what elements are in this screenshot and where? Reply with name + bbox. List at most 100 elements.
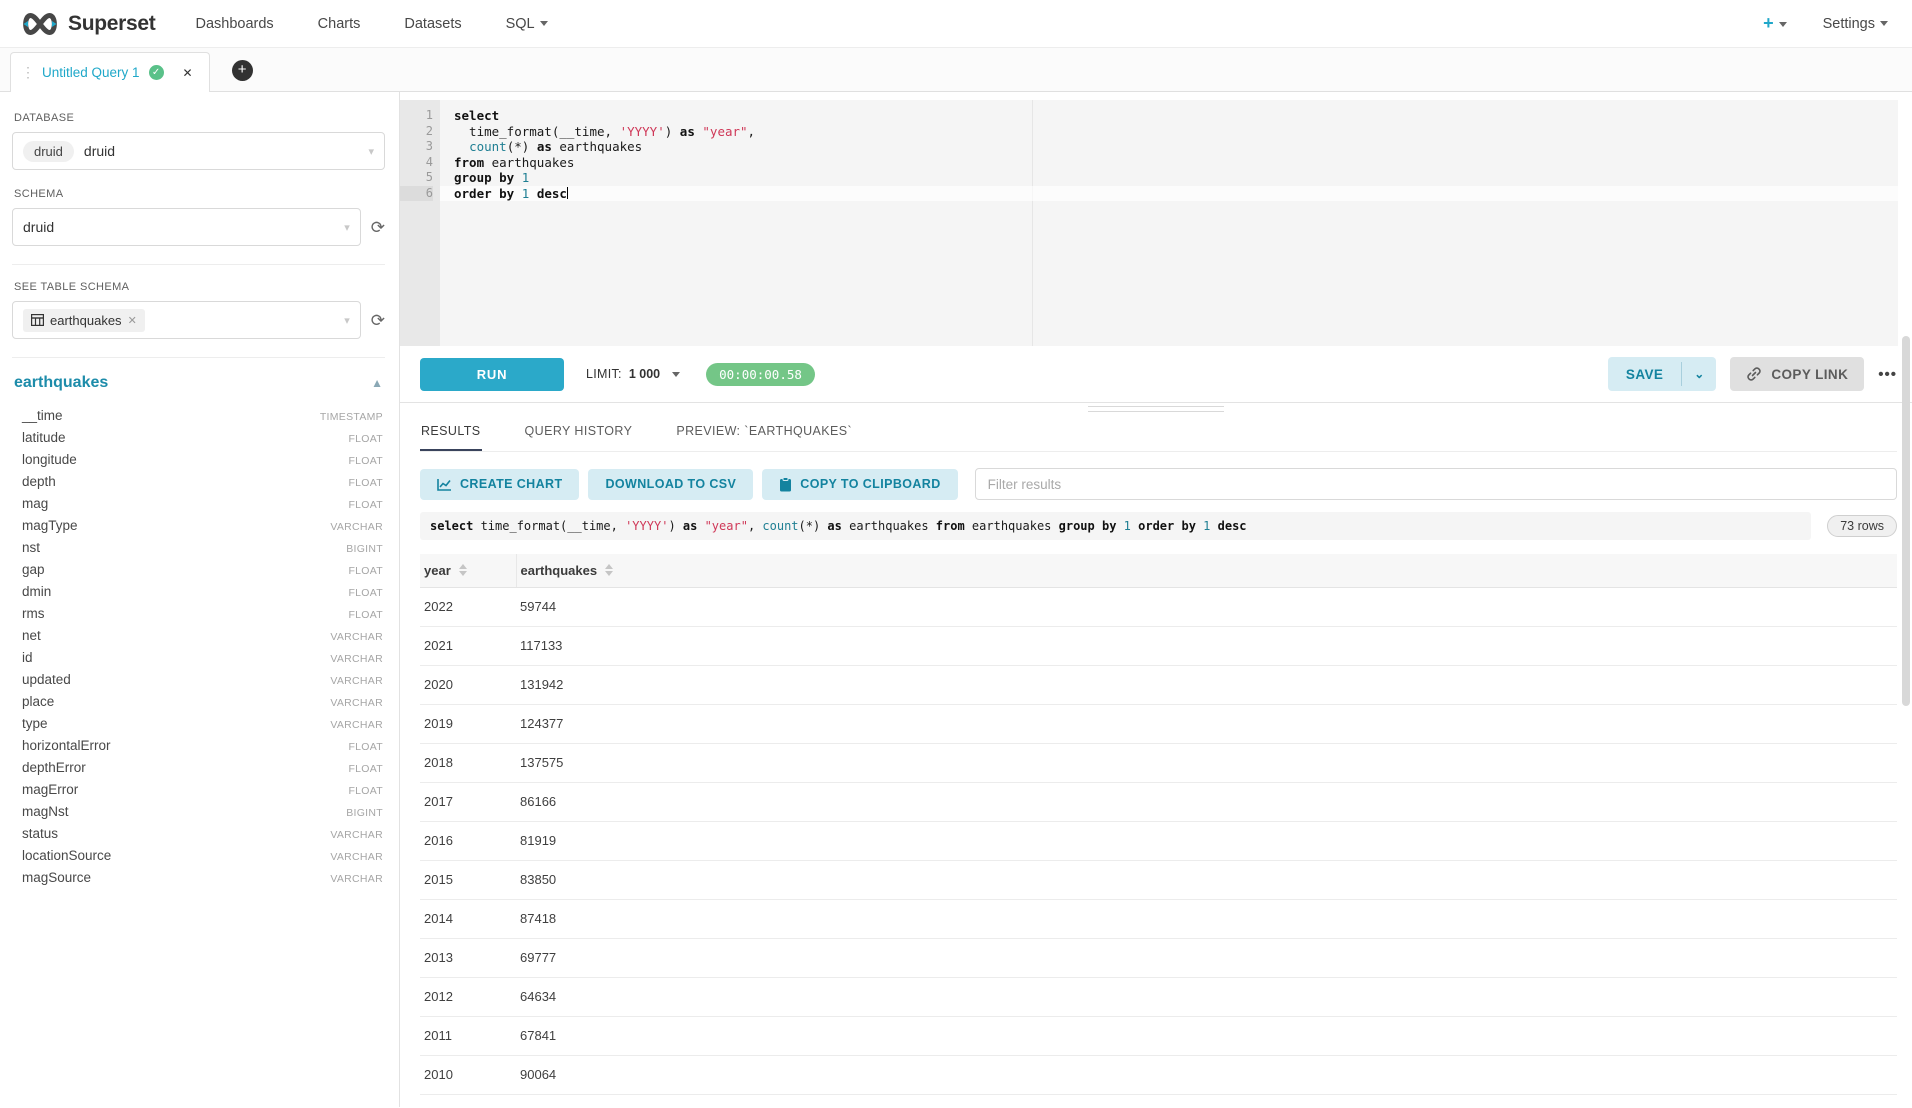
nav-charts[interactable]: Charts [318, 16, 361, 32]
table-cell: 131942 [516, 665, 1897, 704]
drag-handle-icon[interactable]: ⋮ [21, 64, 33, 81]
table-cell: 2013 [420, 938, 516, 977]
nav-datasets[interactable]: Datasets [404, 16, 461, 32]
table-select[interactable]: earthquakes ✕ ▾ [12, 301, 361, 339]
table-cell: 2014 [420, 899, 516, 938]
query-timer-badge: 00:00:00.58 [706, 363, 815, 386]
filter-results-input[interactable] [975, 468, 1897, 500]
line-number: 1 [400, 108, 433, 124]
code-line: from earthquakes [454, 155, 1898, 171]
sql-token [514, 186, 522, 201]
table-cell: 2020 [420, 665, 516, 704]
column-name: rms [22, 606, 45, 621]
column-type: VARCHAR [330, 631, 383, 643]
tab-results[interactable]: RESULTS [420, 414, 482, 451]
sort-desc-icon [605, 571, 613, 576]
table-icon [31, 314, 44, 326]
nav-dashboards[interactable]: Dashboards [195, 16, 273, 32]
copy-link-button[interactable]: COPY LINK [1730, 357, 1864, 391]
copy-clipboard-button[interactable]: COPY TO CLIPBOARD [762, 469, 957, 500]
query-tab[interactable]: ⋮ Untitled Query 1 ✓ ✕ [10, 52, 210, 92]
remove-table-icon[interactable]: ✕ [128, 314, 137, 327]
line-number: 5 [400, 170, 433, 186]
table-cell: 2015 [420, 860, 516, 899]
tab-query-history[interactable]: QUERY HISTORY [524, 414, 634, 451]
database-select[interactable]: druid druid ▾ [12, 132, 385, 170]
column-name: magType [22, 518, 78, 533]
column-type: VARCHAR [330, 851, 383, 863]
column-name: longitude [22, 452, 77, 467]
sort-header[interactable]: earthquakes [521, 563, 1888, 578]
column-type: TIMESTAMP [320, 411, 383, 423]
sql-token [1116, 519, 1123, 533]
query-tab-title: Untitled Query 1 [42, 65, 140, 80]
table-cell: 2016 [420, 821, 516, 860]
run-button[interactable]: RUN [420, 358, 564, 391]
limit-dropdown[interactable]: LIMIT: 1 000 [586, 367, 680, 381]
chevron-down-icon: ▾ [368, 145, 374, 158]
table-row: 202259744 [420, 587, 1897, 626]
column-row: magType VARCHAR [12, 514, 385, 536]
code-line: time_format(__time, 'YYYY') as "year", [454, 124, 1898, 140]
download-csv-button[interactable]: DOWNLOAD TO CSV [588, 469, 753, 500]
column-type: VARCHAR [330, 521, 383, 533]
settings-menu[interactable]: Settings [1823, 16, 1888, 32]
more-actions-button[interactable]: ••• [1878, 366, 1897, 383]
sql-token: as [683, 519, 697, 533]
sql-token: order by [454, 186, 514, 201]
column-type: VARCHAR [330, 719, 383, 731]
table-cell: 2017 [420, 782, 516, 821]
sql-token: , [748, 124, 756, 139]
column-row: netVARCHAR [12, 624, 385, 646]
column-name: id [22, 650, 33, 665]
sql-token: (*) [507, 139, 537, 154]
code-line: group by 1 [454, 170, 1898, 186]
code-line: order by 1 desc [440, 186, 1898, 202]
collapse-table-icon[interactable]: ▲ [371, 376, 383, 390]
tab-preview-earthquakes[interactable]: PREVIEW: `EARTHQUAKES` [675, 414, 853, 451]
sort-asc-icon [605, 564, 613, 569]
database-value: druid [84, 143, 115, 159]
save-button[interactable]: SAVE [1608, 357, 1681, 391]
table-row: 201681919 [420, 821, 1897, 860]
refresh-tables-icon[interactable]: ⟳ [371, 312, 385, 329]
create-chart-button[interactable]: CREATE CHART [420, 469, 579, 500]
schema-select[interactable]: druid ▾ [12, 208, 361, 246]
column-type: FLOAT [348, 741, 383, 753]
new-item-button[interactable]: + [1763, 13, 1787, 34]
table-cell: 86166 [516, 782, 1897, 821]
column-name: depthError [22, 760, 86, 775]
sql-token [514, 170, 522, 185]
query-tabbar: ⋮ Untitled Query 1 ✓ ✕ + [0, 48, 1912, 92]
table-cell: 90064 [516, 1055, 1897, 1094]
column-row: __time TIMESTAMP [12, 404, 385, 426]
refresh-schemas-icon[interactable]: ⟳ [371, 219, 385, 236]
column-name: __time [22, 408, 63, 423]
table-row: 201487418 [420, 899, 1897, 938]
column-name: mag [22, 496, 48, 511]
sort-header[interactable]: year [424, 563, 506, 578]
column-type: FLOAT [348, 565, 383, 577]
sql-token: earthquakes [552, 139, 642, 154]
column-type: FLOAT [348, 433, 383, 445]
sql-token: ) [668, 519, 682, 533]
column-row: nstBIGINT [12, 536, 385, 558]
column-row: magSourceVARCHAR [12, 866, 385, 888]
column-type: BIGINT [346, 807, 383, 819]
table-row: 2019124377 [420, 704, 1897, 743]
results-pane: RESULTS QUERY HISTORY PREVIEW: `EARTHQUA… [400, 414, 1912, 1095]
superset-brand[interactable]: Superset [20, 11, 155, 37]
sql-editor[interactable]: 123456 select time_format(__time, 'YYYY'… [400, 100, 1898, 346]
save-options-button[interactable]: ⌄ [1682, 357, 1716, 391]
editor-code-area[interactable]: select time_format(__time, 'YYYY') as "y… [440, 100, 1898, 346]
table-cell: 59744 [516, 587, 1897, 626]
table-cell: 2021 [420, 626, 516, 665]
table-row: 201786166 [420, 782, 1897, 821]
nav-sql-menu[interactable]: SQL [506, 16, 548, 32]
close-tab-button[interactable]: ✕ [183, 66, 193, 80]
sql-token: select [430, 519, 473, 533]
scrollbar-thumb[interactable] [1902, 336, 1910, 706]
column-type: VARCHAR [330, 873, 383, 885]
add-tab-button[interactable]: + [232, 60, 253, 81]
resize-handle[interactable] [1088, 406, 1224, 416]
